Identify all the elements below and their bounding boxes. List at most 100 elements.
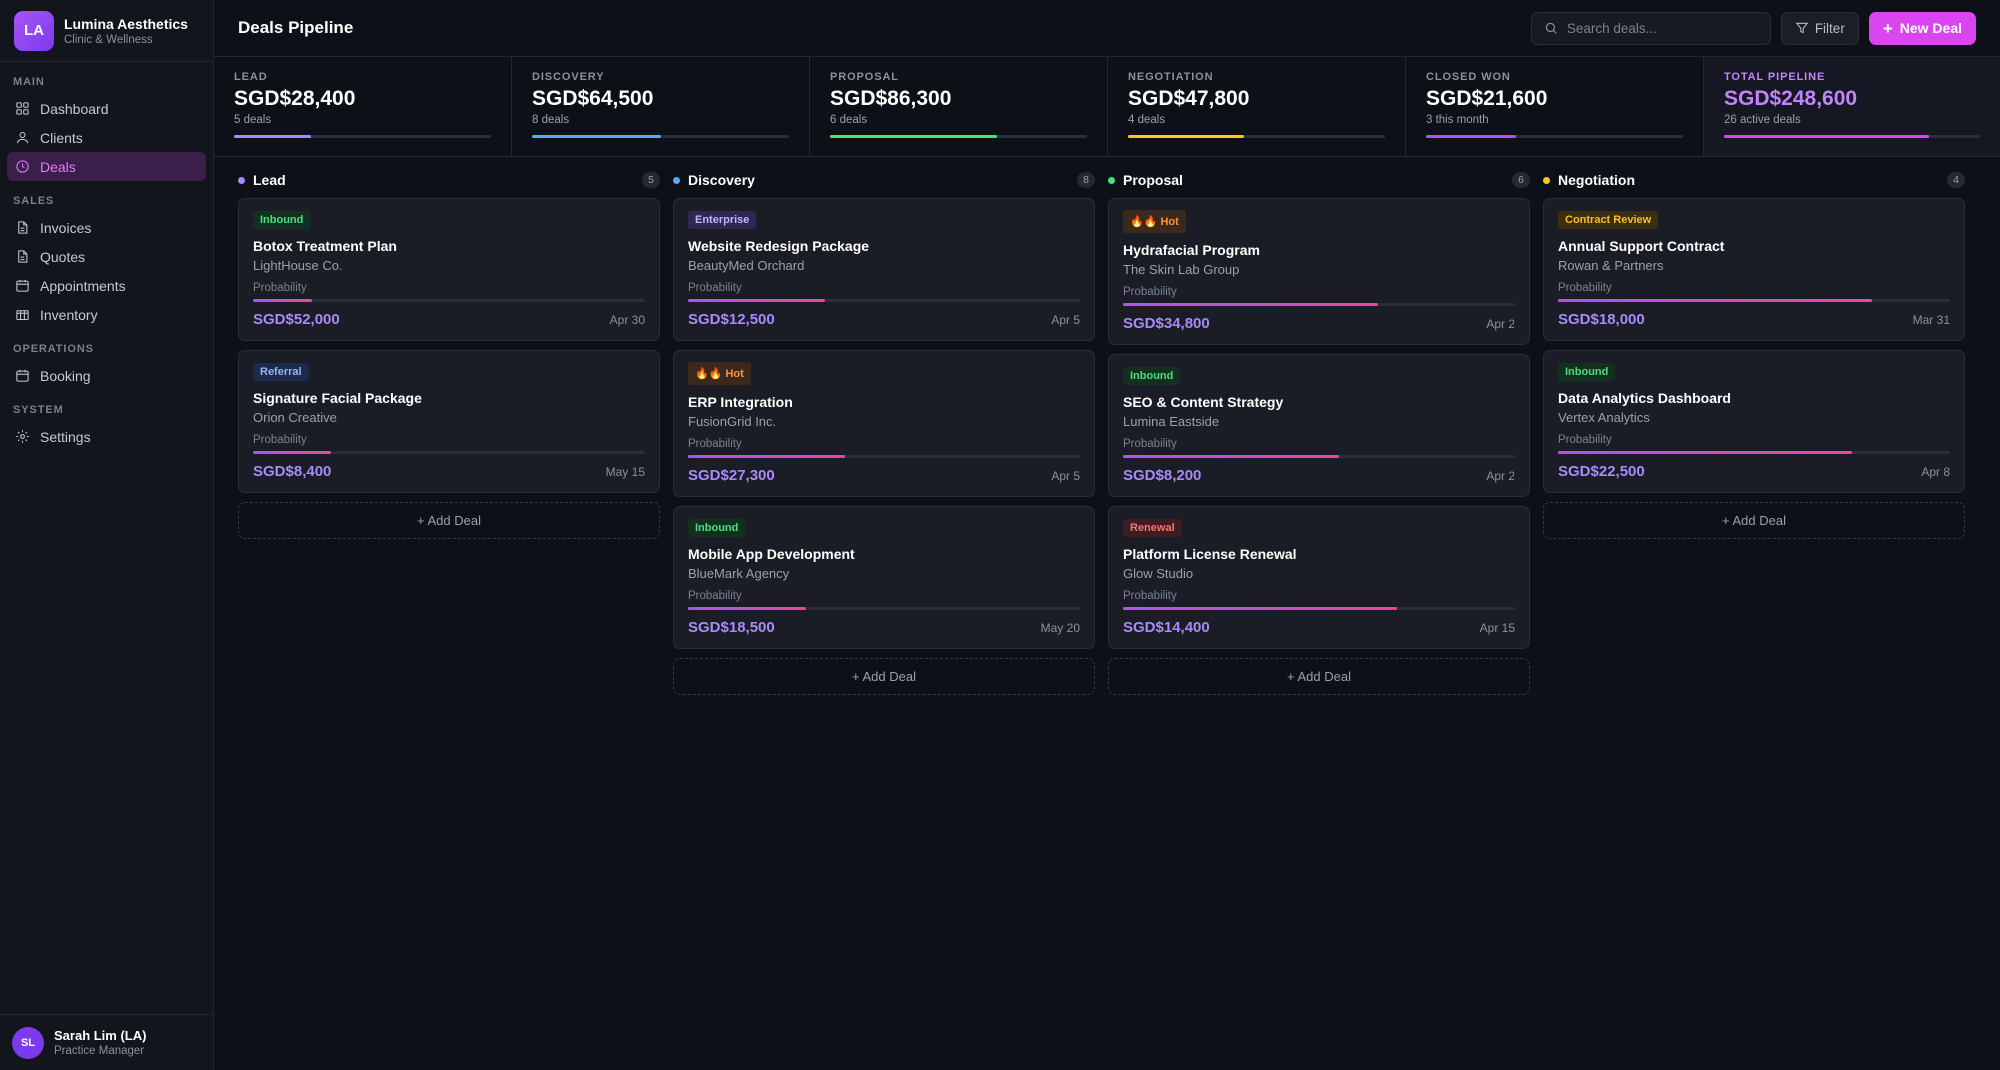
deal-title: SEO & Content Strategy bbox=[1123, 394, 1284, 410]
probability-fill bbox=[253, 299, 312, 302]
add-deal-button[interactable]: + Add Deal bbox=[673, 658, 1095, 695]
probability-bar bbox=[1558, 451, 1950, 454]
deal-date: Apr 5 bbox=[1051, 468, 1080, 483]
calendar-icon bbox=[14, 278, 30, 294]
deal-tag: Inbound bbox=[1123, 367, 1181, 385]
search-icon bbox=[1545, 22, 1557, 34]
sidebar-item-label: Dashboard bbox=[40, 100, 109, 117]
deal-client: The Skin Lab Group bbox=[1123, 262, 1240, 277]
sidebar-item-invoices[interactable]: Invoices bbox=[7, 213, 206, 242]
header: Deals Pipeline Filter + New Deal bbox=[214, 0, 2000, 57]
probability-label: Probability bbox=[253, 434, 307, 446]
probability-label: Probability bbox=[1558, 282, 1612, 294]
probability-fill bbox=[1123, 303, 1378, 306]
sidebar-nav: MAIN Dashboard Clients Deals SALES Invoices Qu… bbox=[0, 62, 213, 451]
add-deal-button[interactable]: + Add Deal bbox=[1543, 502, 1965, 539]
clock-icon bbox=[14, 159, 30, 175]
sidebar-item-deals[interactable]: Deals bbox=[7, 152, 206, 181]
deal-date: Mar 31 bbox=[1912, 312, 1950, 327]
sidebar-item-label: Quotes bbox=[40, 248, 86, 265]
stat-value: SGD$64,500 bbox=[532, 87, 654, 110]
deal-value: SGD$34,800 bbox=[1123, 315, 1210, 332]
deal-title: Website Redesign Package bbox=[688, 238, 870, 254]
probability-fill bbox=[688, 607, 806, 610]
stat-closed-won: CLOSED WON SGD$21,600 3 this month bbox=[1406, 57, 1704, 156]
deal-value: SGD$18,500 bbox=[688, 619, 775, 636]
sidebar-item-clients[interactable]: Clients bbox=[7, 123, 206, 152]
deal-card[interactable]: Inbound Data Analytics Dashboard Vertex … bbox=[1543, 350, 1965, 493]
sidebar-item-label: Appointments bbox=[40, 277, 126, 294]
deal-value: SGD$12,500 bbox=[688, 311, 775, 328]
brand-logo: LA bbox=[14, 10, 54, 51]
probability-label: Probability bbox=[688, 438, 742, 450]
deal-date: Apr 30 bbox=[609, 312, 645, 327]
column-header: Proposal 6 bbox=[1108, 170, 1530, 190]
sidebar-item-dashboard[interactable]: Dashboard bbox=[7, 94, 206, 123]
sidebar-item-label: Booking bbox=[40, 367, 91, 384]
plus-icon: + bbox=[1882, 18, 1893, 38]
new-deal-button[interactable]: + New Deal bbox=[1868, 11, 1976, 45]
column-count-badge: 8 bbox=[1077, 172, 1095, 188]
brand[interactable]: LA Lumina Aesthetics Clinic & Wellness bbox=[0, 0, 213, 62]
stat-progress-fill bbox=[830, 135, 998, 138]
deal-value: SGD$8,200 bbox=[1123, 467, 1202, 484]
probability-fill bbox=[1558, 451, 1852, 454]
deal-card[interactable]: Inbound SEO & Content Strategy Lumina Ea… bbox=[1108, 354, 1530, 497]
deal-card[interactable]: Renewal Platform License Renewal Glow St… bbox=[1108, 506, 1530, 649]
deal-card[interactable]: Contract Review Annual Support Contract … bbox=[1543, 198, 1965, 341]
sidebar-item-booking[interactable]: Booking bbox=[7, 361, 206, 390]
add-deal-button[interactable]: + Add Deal bbox=[238, 502, 660, 539]
add-deal-button[interactable]: + Add Deal bbox=[1108, 658, 1530, 695]
deal-title: Hydrafacial Program bbox=[1123, 242, 1260, 258]
stat-progress-bar bbox=[532, 135, 789, 138]
stat-label: NEGOTIATION bbox=[1128, 71, 1214, 83]
probability-label: Probability bbox=[1123, 590, 1177, 602]
gear-icon bbox=[14, 429, 30, 445]
probability-fill bbox=[688, 455, 845, 458]
column-lead: Lead 5 Inbound Botox Treatment Plan Ligh… bbox=[238, 170, 660, 695]
nav-heading: OPERATIONS bbox=[13, 343, 94, 355]
user-profile[interactable]: SL Sarah Lim (LA) Practice Manager bbox=[0, 1014, 214, 1070]
deal-date: May 20 bbox=[1040, 620, 1080, 635]
stat-progress-fill bbox=[234, 135, 312, 138]
sidebar-item-settings[interactable]: Settings bbox=[7, 422, 206, 451]
stat-label: TOTAL PIPELINE bbox=[1724, 71, 1826, 83]
filter-button[interactable]: Filter bbox=[1780, 11, 1859, 45]
search-input[interactable] bbox=[1566, 20, 1747, 36]
sidebar-item-quotes[interactable]: Quotes bbox=[7, 242, 206, 271]
filter-icon bbox=[1795, 22, 1809, 34]
sidebar-item-appointments[interactable]: Appointments bbox=[7, 271, 206, 300]
stat-subtext: 6 deals bbox=[830, 114, 868, 126]
stat-lead: LEAD SGD$28,400 5 deals bbox=[214, 57, 512, 156]
sidebar: LA Lumina Aesthetics Clinic & Wellness M… bbox=[0, 0, 214, 1070]
column-discovery: Discovery 8 Enterprise Website Redesign … bbox=[673, 170, 1095, 695]
deal-client: Rowan & Partners bbox=[1558, 258, 1664, 273]
sidebar-item-label: Clients bbox=[40, 129, 83, 146]
probability-fill bbox=[253, 451, 332, 454]
stat-progress-bar bbox=[830, 135, 1087, 138]
stat-progress-fill bbox=[532, 135, 661, 138]
sidebar-item-inventory[interactable]: Inventory bbox=[7, 300, 206, 329]
probability-label: Probability bbox=[1123, 286, 1177, 298]
stat-proposal: PROPOSAL SGD$86,300 6 deals bbox=[810, 57, 1108, 156]
stat-label: CLOSED WON bbox=[1426, 71, 1511, 83]
new-deal-label: New Deal bbox=[1899, 20, 1962, 36]
deal-title: Platform License Renewal bbox=[1123, 546, 1297, 562]
deal-client: LightHouse Co. bbox=[253, 258, 343, 273]
stat-progress-fill bbox=[1128, 135, 1244, 138]
deal-date: Apr 2 bbox=[1486, 468, 1515, 483]
probability-bar bbox=[688, 607, 1080, 610]
deal-card[interactable]: 🔥🔥 Hot ERP Integration FusionGrid Inc. P… bbox=[673, 350, 1095, 497]
deal-client: Glow Studio bbox=[1123, 566, 1194, 581]
deal-card[interactable]: 🔥🔥 Hot Hydrafacial Program The Skin Lab … bbox=[1108, 198, 1530, 345]
deal-card[interactable]: Referral Signature Facial Package Orion … bbox=[238, 350, 660, 493]
stat-value: SGD$248,600 bbox=[1724, 87, 1858, 110]
deal-card[interactable]: Enterprise Website Redesign Package Beau… bbox=[673, 198, 1095, 341]
grid-icon bbox=[14, 101, 30, 117]
deal-card[interactable]: Inbound Botox Treatment Plan LightHouse … bbox=[238, 198, 660, 341]
deal-value: SGD$27,300 bbox=[688, 467, 775, 484]
deal-card[interactable]: Inbound Mobile App Development BlueMark … bbox=[673, 506, 1095, 649]
status-dot bbox=[1543, 176, 1550, 184]
search-box[interactable] bbox=[1530, 11, 1771, 45]
deal-date: Apr 8 bbox=[1921, 464, 1950, 479]
